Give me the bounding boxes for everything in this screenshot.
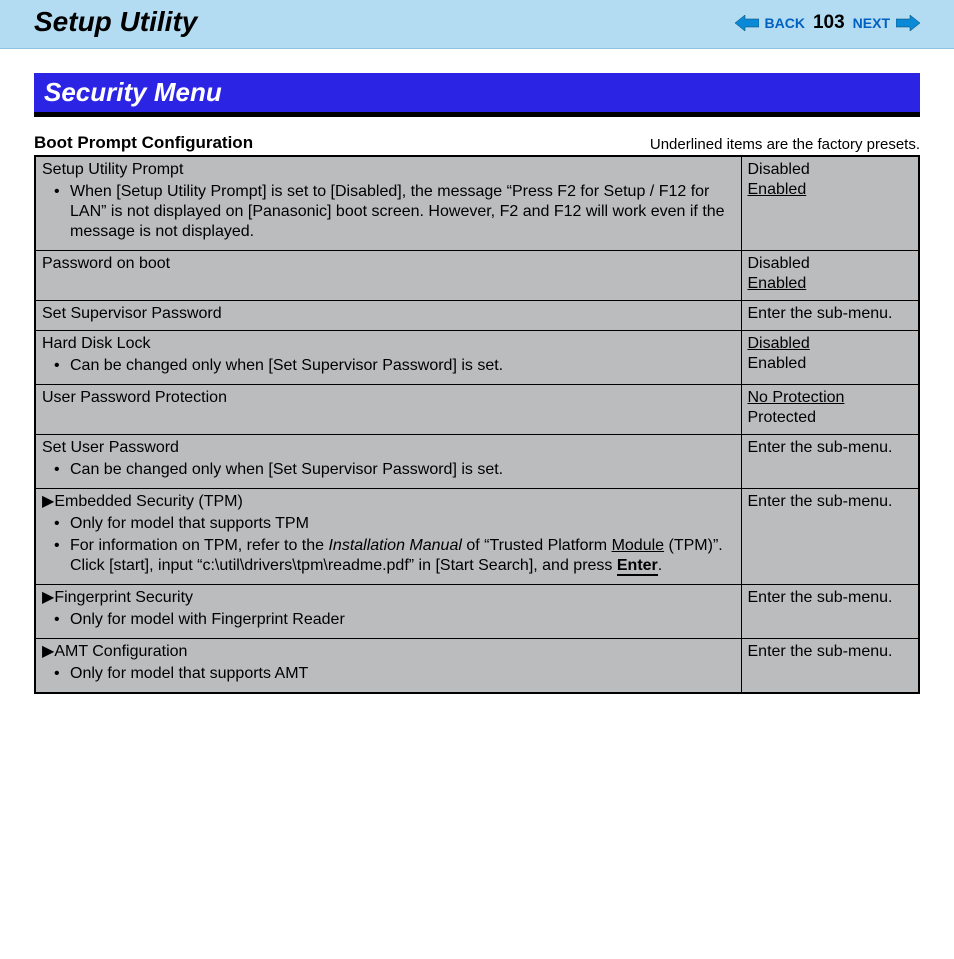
page-header: Setup Utility BACK 103 NEXT	[0, 0, 954, 49]
setting-value-cell: No Protection Protected	[741, 385, 919, 435]
setting-name: Embedded Security (TPM)	[54, 493, 243, 510]
table-row: Hard Disk Lock Can be changed only when …	[35, 331, 919, 385]
option-enabled: Enabled	[748, 354, 913, 374]
table-row: ▶Fingerprint Security Only for model wit…	[35, 585, 919, 639]
back-link[interactable]: BACK	[765, 15, 805, 31]
option-enabled-default: Enabled	[748, 180, 913, 200]
option-enabled-default: Enabled	[748, 274, 913, 294]
submenu-arrow-icon: ▶	[42, 643, 54, 660]
subsection-header-row: Boot Prompt Configuration Underlined ite…	[34, 133, 920, 153]
subsection-title: Boot Prompt Configuration	[34, 133, 253, 153]
enter-key: Enter	[617, 557, 658, 576]
setting-note: Only for model that supports AMT	[70, 664, 735, 684]
submenu-label: Enter the sub-menu.	[748, 304, 913, 324]
setting-cell: User Password Protection	[35, 385, 741, 435]
option-protected: Protected	[748, 408, 913, 428]
text-fragment: of “Trusted Platform	[462, 537, 612, 554]
setting-note: Can be changed only when [Set Supervisor…	[70, 460, 735, 480]
setting-value-cell: Enter the sub-menu.	[741, 489, 919, 585]
submenu-label: Enter the sub-menu.	[748, 492, 913, 512]
setting-value-cell: Enter the sub-menu.	[741, 639, 919, 694]
setting-value-cell: Enter the sub-menu.	[741, 301, 919, 331]
table-row: Set User Password Can be changed only wh…	[35, 435, 919, 489]
table-row: User Password Protection No Protection P…	[35, 385, 919, 435]
module-underline: Module	[612, 537, 664, 554]
table-row: Set Supervisor Password Enter the sub-me…	[35, 301, 919, 331]
setting-cell: Hard Disk Lock Can be changed only when …	[35, 331, 741, 385]
submenu-arrow-icon: ▶	[42, 493, 54, 510]
setting-name: User Password Protection	[42, 389, 227, 406]
setting-note: Can be changed only when [Set Supervisor…	[70, 356, 735, 376]
setting-cell: Password on boot	[35, 251, 741, 301]
table-row: Setup Utility Prompt When [Setup Utility…	[35, 156, 919, 251]
setting-name: Set User Password	[42, 439, 179, 456]
setting-cell: ▶Embedded Security (TPM) Only for model …	[35, 489, 741, 585]
submenu-arrow-icon: ▶	[42, 589, 54, 606]
page-title: Setup Utility	[34, 6, 197, 38]
page: Setup Utility BACK 103 NEXT Security Men…	[0, 0, 954, 959]
section-title: Security Menu	[34, 73, 920, 112]
setting-note: Only for model with Fingerprint Reader	[70, 610, 735, 630]
submenu-label: Enter the sub-menu.	[748, 438, 913, 458]
setting-cell: Set User Password Can be changed only wh…	[35, 435, 741, 489]
setting-note: When [Setup Utility Prompt] is set to [D…	[70, 182, 735, 242]
setting-cell: Set Supervisor Password	[35, 301, 741, 331]
setting-note: For information on TPM, refer to the Ins…	[70, 536, 735, 576]
table-row: ▶AMT Configuration Only for model that s…	[35, 639, 919, 694]
text-fragment: For information on TPM, refer to the	[70, 537, 328, 554]
text-fragment: .	[658, 557, 662, 574]
setting-name: Setup Utility Prompt	[42, 161, 183, 178]
page-nav: BACK 103 NEXT	[735, 12, 921, 34]
page-number: 103	[813, 12, 845, 34]
settings-table: Setup Utility Prompt When [Setup Utility…	[34, 155, 920, 694]
back-arrow-icon[interactable]	[735, 13, 759, 33]
manual-name: Installation Manual	[328, 537, 461, 554]
option-disabled: Disabled	[748, 160, 913, 180]
setting-value-cell: Disabled Enabled	[741, 251, 919, 301]
submenu-label: Enter the sub-menu.	[748, 588, 913, 608]
option-disabled-default: Disabled	[748, 334, 913, 354]
setting-name: Fingerprint Security	[54, 589, 193, 606]
table-row: Password on boot Disabled Enabled	[35, 251, 919, 301]
submenu-label: Enter the sub-menu.	[748, 642, 913, 662]
option-disabled: Disabled	[748, 254, 913, 274]
next-link[interactable]: NEXT	[853, 15, 890, 31]
setting-value-cell: Disabled Enabled	[741, 156, 919, 251]
setting-cell: ▶AMT Configuration Only for model that s…	[35, 639, 741, 694]
setting-name: AMT Configuration	[54, 643, 187, 660]
table-row: ▶Embedded Security (TPM) Only for model …	[35, 489, 919, 585]
setting-value-cell: Disabled Enabled	[741, 331, 919, 385]
setting-name: Set Supervisor Password	[42, 305, 222, 322]
content: Security Menu Boot Prompt Configuration …	[0, 49, 954, 694]
section-heading: Security Menu	[34, 73, 920, 117]
factory-preset-note: Underlined items are the factory presets…	[650, 136, 920, 153]
setting-note: Only for model that supports TPM	[70, 514, 735, 534]
setting-cell: Setup Utility Prompt When [Setup Utility…	[35, 156, 741, 251]
next-arrow-icon[interactable]	[896, 13, 920, 33]
setting-value-cell: Enter the sub-menu.	[741, 585, 919, 639]
setting-cell: ▶Fingerprint Security Only for model wit…	[35, 585, 741, 639]
setting-name: Hard Disk Lock	[42, 335, 150, 352]
setting-name: Password on boot	[42, 255, 170, 272]
option-noprotection-default: No Protection	[748, 388, 913, 408]
section-underline	[34, 112, 920, 117]
setting-value-cell: Enter the sub-menu.	[741, 435, 919, 489]
